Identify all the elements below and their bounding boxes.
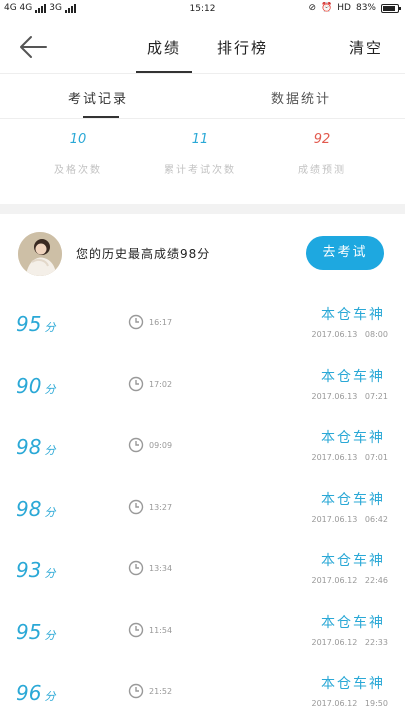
- top-nav: 成绩 排行榜 清空: [0, 20, 405, 74]
- list-item[interactable]: 95 分 16:17 本仓车神 2017.06.13 08:00: [0, 294, 405, 356]
- stats-panel: 10 及格次数 11 累计考试次数 92 成绩预测: [0, 120, 405, 204]
- active-subtab-indicator: [83, 116, 119, 118]
- score-value: 98: [16, 435, 42, 459]
- clock-icon: [128, 683, 144, 699]
- record-date: 2017.06.13 07:01: [311, 453, 389, 462]
- score-unit: 分: [44, 321, 56, 334]
- stat-label: 成绩预测: [298, 165, 346, 176]
- score-unit: 分: [44, 628, 56, 642]
- record-username: 本仓车神: [321, 307, 385, 323]
- list-item[interactable]: 98 分 13:27 本仓车神 2017.06.13 06:42: [0, 479, 405, 541]
- list-item[interactable]: 90 分 17:02 本仓车神 2017.06.13 07:21: [0, 356, 405, 418]
- record-date: 2017.06.12 19:50: [311, 699, 389, 708]
- stat-total-exams: 11 累计考试次数: [140, 132, 260, 176]
- subtab-exam-records[interactable]: 考试记录: [68, 88, 128, 107]
- record-date: 2017.06.13 07:21: [311, 391, 389, 401]
- record-username: 本仓车神: [321, 553, 385, 569]
- score-value: 93: [16, 558, 42, 582]
- score-value: 96: [16, 681, 42, 705]
- record-score: 98 分: [16, 497, 55, 521]
- best-score-text: 您的历史最高成绩98分: [76, 247, 211, 261]
- clock-icon: [128, 622, 144, 637]
- subtab-data-stats[interactable]: 数据统计: [271, 88, 331, 107]
- list-item[interactable]: 95 分 11:54 本仓车神 2017.06.12 22:33: [0, 602, 405, 664]
- status-icons: ⊘ ⏰ HD 83%: [308, 3, 401, 13]
- clock-icon: [128, 560, 144, 576]
- score-value: 95: [16, 312, 42, 336]
- tab-scores[interactable]: 成绩: [147, 37, 181, 58]
- record-date: 2017.06.12 22:33: [311, 637, 389, 647]
- score-unit: 分: [44, 505, 56, 519]
- record-duration: 17:02: [149, 379, 173, 389]
- stat-value: 92: [313, 132, 331, 147]
- battery-icon: [381, 3, 401, 13]
- record-score: 95 分: [16, 620, 55, 644]
- score-unit: 分: [44, 567, 56, 580]
- alarm-icon: ⏰: [321, 3, 333, 13]
- score-unit: 分: [44, 444, 56, 457]
- avatar: [18, 232, 62, 276]
- record-duration: 11:54: [149, 625, 173, 635]
- record-score: 98 分: [16, 435, 55, 459]
- stat-label: 及格次数: [54, 165, 102, 176]
- record-date: 2017.06.12 22:46: [311, 576, 389, 585]
- exam-record-list: 95 分 16:17 本仓车神 2017.06.13 08:00 90 分 17:0…: [0, 294, 405, 720]
- score-value: 95: [16, 619, 42, 644]
- sub-tabs: 考试记录 数据统计: [0, 75, 405, 119]
- stat-pass-count: 10 及格次数: [18, 132, 138, 176]
- list-item[interactable]: 98 分 09:09 本仓车神 2017.06.13 07:01: [0, 417, 405, 479]
- list-item[interactable]: 96 分 21:52 本仓车神 2017.06.12 19:50: [0, 663, 405, 720]
- record-duration: 09:09: [149, 441, 173, 450]
- score-unit: 分: [44, 690, 56, 703]
- avatar-image: [18, 232, 62, 276]
- score-value: 98: [16, 496, 42, 521]
- score-unit: 分: [44, 382, 56, 396]
- status-bar: 4G 4G 3G 15:12 ⊘ ⏰ HD 83%: [0, 0, 405, 20]
- clock-icon: [128, 376, 144, 391]
- list-item[interactable]: 93 分 13:34 本仓车神 2017.06.12 22:46: [0, 540, 405, 602]
- record-username: 本仓车神: [321, 491, 385, 508]
- record-username: 本仓车神: [321, 614, 385, 631]
- score-value: 90: [16, 373, 42, 398]
- record-username: 本仓车神: [321, 676, 385, 692]
- active-tab-indicator: [136, 71, 192, 73]
- back-arrow-icon: [20, 36, 47, 58]
- record-username: 本仓车神: [321, 368, 385, 385]
- tab-leaderboard[interactable]: 排行榜: [217, 37, 268, 58]
- stat-score-prediction: 92 成绩预测: [262, 132, 382, 176]
- record-score: 95 分: [16, 312, 55, 336]
- stat-value: 10: [69, 132, 87, 147]
- back-button[interactable]: [18, 34, 48, 60]
- clock-icon: [128, 314, 144, 330]
- record-username: 本仓车神: [321, 430, 385, 446]
- clear-button[interactable]: 清空: [349, 37, 383, 58]
- record-duration: 13:34: [149, 564, 173, 573]
- clock-icon: [128, 499, 144, 514]
- hd-label: HD: [337, 3, 351, 13]
- stat-value: 11: [191, 132, 209, 147]
- record-score: 96 分: [16, 681, 55, 705]
- record-score: 90 分: [16, 374, 55, 398]
- record-score: 93 分: [16, 558, 55, 582]
- record-date: 2017.06.13 08:00: [311, 330, 389, 339]
- best-score-row: 您的历史最高成绩98分 去考试: [0, 214, 405, 294]
- record-duration: 21:52: [149, 687, 173, 696]
- record-duration: 16:17: [149, 318, 173, 327]
- stat-label: 累计考试次数: [164, 165, 236, 176]
- record-duration: 13:27: [149, 502, 173, 512]
- mute-icon: ⊘: [308, 3, 317, 13]
- take-exam-button[interactable]: 去考试: [306, 236, 384, 270]
- battery-text: 83%: [355, 3, 376, 13]
- clock-icon: [128, 437, 144, 453]
- section-divider: [0, 204, 405, 214]
- record-date: 2017.06.13 06:42: [311, 514, 389, 524]
